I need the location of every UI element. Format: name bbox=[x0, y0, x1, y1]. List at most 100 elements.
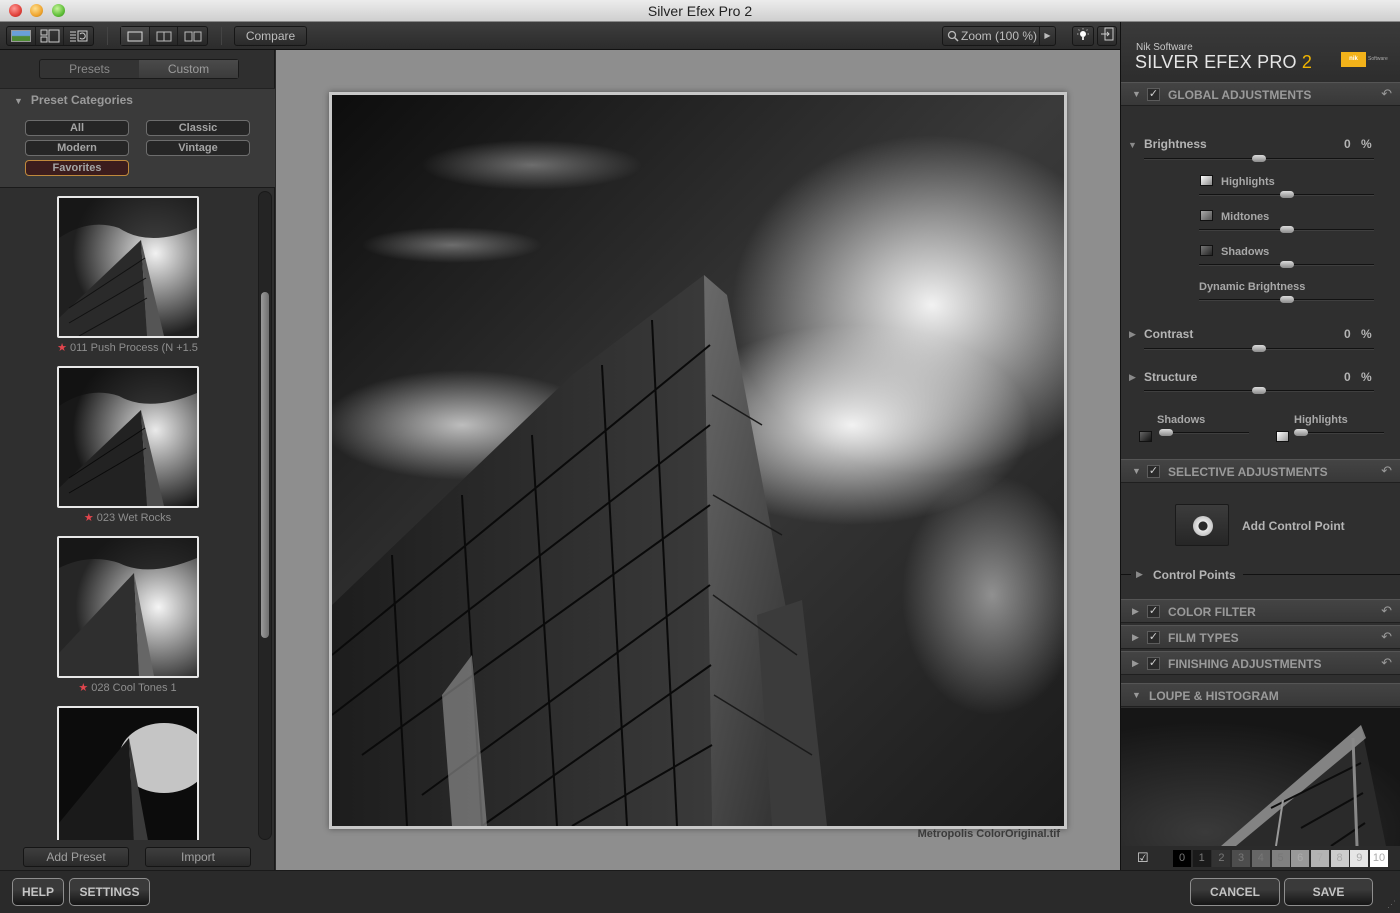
split-vertical-button[interactable] bbox=[150, 27, 179, 45]
category-classic[interactable]: Classic bbox=[146, 120, 250, 136]
zone-1-button[interactable]: 1 bbox=[1192, 850, 1211, 867]
midtones-label: Midtones bbox=[1221, 211, 1270, 223]
category-all[interactable]: All bbox=[25, 120, 129, 136]
film-types-header[interactable]: ▶ ✓ FILM TYPES ↶ bbox=[1121, 625, 1400, 649]
slider-knob[interactable] bbox=[1252, 387, 1266, 394]
reset-icon[interactable]: ↶ bbox=[1381, 463, 1392, 479]
structure-highlights-slider[interactable] bbox=[1294, 429, 1384, 436]
triangle-right-icon[interactable]: ▶ bbox=[1129, 372, 1136, 383]
add-control-point-label[interactable]: Add Control Point bbox=[1242, 519, 1345, 533]
zone-7-button[interactable]: 7 bbox=[1310, 850, 1329, 867]
cancel-button[interactable]: CANCEL bbox=[1190, 878, 1280, 906]
category-modern[interactable]: Modern bbox=[25, 140, 129, 156]
side-by-side-button[interactable] bbox=[178, 27, 207, 45]
finishing-adjustments-header[interactable]: ▶ ✓ FINISHING ADJUSTMENTS ↶ bbox=[1121, 651, 1400, 675]
help-button[interactable]: HELP bbox=[12, 878, 64, 906]
exit-button[interactable] bbox=[1097, 26, 1117, 46]
film-types-checkbox[interactable]: ✓ bbox=[1147, 631, 1160, 644]
global-adjustments-header[interactable]: ▼ ✓ GLOBAL ADJUSTMENTS ↶ bbox=[1121, 82, 1400, 106]
zone-2-button[interactable]: 2 bbox=[1212, 850, 1231, 867]
category-favorites[interactable]: Favorites bbox=[25, 160, 129, 176]
global-adjustments-checkbox[interactable]: ✓ bbox=[1147, 88, 1160, 101]
selective-adjustments-checkbox[interactable]: ✓ bbox=[1147, 465, 1160, 478]
slider-knob[interactable] bbox=[1279, 261, 1294, 268]
zone-9-button[interactable]: 9 bbox=[1350, 850, 1369, 867]
preview-image[interactable] bbox=[329, 92, 1067, 829]
history-browser-button[interactable] bbox=[64, 27, 93, 45]
control-points-label[interactable]: Control Points bbox=[1153, 568, 1236, 582]
zoom-label: Zoom (100 %) bbox=[961, 29, 1038, 43]
selective-adjustments-header[interactable]: ▼ ✓ SELECTIVE ADJUSTMENTS ↶ bbox=[1121, 459, 1400, 483]
slider-knob[interactable] bbox=[1159, 429, 1173, 436]
structure-shadows-slider[interactable] bbox=[1159, 429, 1249, 436]
slider-knob[interactable] bbox=[1294, 429, 1308, 436]
compare-button[interactable]: Compare bbox=[234, 26, 307, 46]
preset-thumbnail[interactable] bbox=[57, 196, 199, 338]
structure-value[interactable]: 0 bbox=[1344, 370, 1351, 384]
favorite-star-icon[interactable]: ★ bbox=[84, 512, 94, 524]
slider-knob[interactable] bbox=[1279, 191, 1294, 198]
save-button[interactable]: SAVE bbox=[1284, 878, 1373, 906]
reset-icon[interactable]: ↶ bbox=[1381, 603, 1392, 619]
slider-knob[interactable] bbox=[1252, 345, 1266, 352]
reset-icon[interactable]: ↶ bbox=[1381, 629, 1392, 645]
color-filter-header[interactable]: ▶ ✓ COLOR FILTER ↶ bbox=[1121, 599, 1400, 623]
resize-grip-icon[interactable]: ⋰ bbox=[1387, 899, 1396, 910]
tab-custom[interactable]: Custom bbox=[139, 60, 238, 78]
tab-presets[interactable]: Presets bbox=[40, 60, 139, 78]
zone-3-button[interactable]: 3 bbox=[1232, 850, 1251, 867]
add-preset-button[interactable]: Add Preset bbox=[23, 847, 129, 867]
brightness-value[interactable]: 0 bbox=[1344, 137, 1351, 151]
preset-thumbnail[interactable] bbox=[57, 706, 199, 840]
finishing-adjustments-checkbox[interactable]: ✓ bbox=[1147, 657, 1160, 670]
contrast-slider[interactable] bbox=[1144, 345, 1374, 352]
loupe-background-button[interactable] bbox=[1072, 26, 1094, 46]
zoom-window-button[interactable] bbox=[52, 4, 65, 17]
zoom-control[interactable]: Zoom (100 %) ▶ bbox=[942, 26, 1056, 46]
contrast-value[interactable]: 0 bbox=[1344, 327, 1351, 341]
zone-0-button[interactable]: 0 bbox=[1173, 850, 1191, 867]
preset-list-scrollbar[interactable] bbox=[258, 191, 272, 840]
single-view-button[interactable] bbox=[121, 27, 150, 45]
add-control-point-button[interactable] bbox=[1175, 504, 1229, 546]
slider-knob[interactable] bbox=[1252, 155, 1266, 162]
loupe-histogram-header[interactable]: ▼ LOUPE & HISTOGRAM bbox=[1121, 683, 1400, 707]
shadows-slider[interactable] bbox=[1199, 261, 1374, 268]
nik-logo: nik bbox=[1341, 52, 1366, 67]
brightness-slider[interactable] bbox=[1144, 155, 1374, 162]
triangle-right-icon[interactable]: ▶ bbox=[1136, 569, 1143, 580]
loupe-view[interactable] bbox=[1121, 708, 1400, 846]
preset-categories-header[interactable]: ▼ Preset Categories bbox=[14, 93, 133, 107]
reset-icon[interactable]: ↶ bbox=[1381, 655, 1392, 671]
zone-5-button[interactable]: 5 bbox=[1271, 850, 1290, 867]
grid-layout-button[interactable] bbox=[36, 27, 65, 45]
zone-4-button[interactable]: 4 bbox=[1251, 850, 1270, 867]
slider-knob[interactable] bbox=[1279, 226, 1294, 233]
dynamic-brightness-slider[interactable] bbox=[1199, 296, 1374, 303]
preset-thumbnail[interactable] bbox=[57, 366, 199, 508]
scrollbar-thumb[interactable] bbox=[261, 292, 269, 638]
structure-slider[interactable] bbox=[1144, 387, 1374, 394]
reset-icon[interactable]: ↶ bbox=[1381, 86, 1392, 102]
settings-button[interactable]: SETTINGS bbox=[69, 878, 150, 906]
minimize-window-button[interactable] bbox=[30, 4, 43, 17]
triangle-down-icon[interactable]: ▼ bbox=[1128, 140, 1137, 150]
zone-6-button[interactable]: 6 bbox=[1291, 850, 1310, 867]
landscape-preview-button[interactable] bbox=[7, 27, 36, 45]
favorite-star-icon[interactable]: ★ bbox=[57, 342, 67, 354]
play-arrow-icon[interactable]: ▶ bbox=[1039, 27, 1055, 45]
category-vintage[interactable]: Vintage bbox=[146, 140, 250, 156]
highlights-slider[interactable] bbox=[1199, 191, 1374, 198]
midtones-slider[interactable] bbox=[1199, 226, 1374, 233]
favorite-star-icon[interactable]: ★ bbox=[78, 682, 88, 694]
close-window-button[interactable] bbox=[9, 4, 22, 17]
triangle-right-icon[interactable]: ▶ bbox=[1129, 329, 1136, 340]
zones-checkbox[interactable]: ☑ bbox=[1137, 850, 1149, 866]
zone-10-button[interactable]: 10 bbox=[1370, 850, 1388, 867]
import-button[interactable]: Import bbox=[145, 847, 251, 867]
preset-thumbnail[interactable] bbox=[57, 536, 199, 678]
building-photo bbox=[332, 95, 1064, 826]
slider-knob[interactable] bbox=[1279, 296, 1294, 303]
color-filter-checkbox[interactable]: ✓ bbox=[1147, 605, 1160, 618]
zone-8-button[interactable]: 8 bbox=[1330, 850, 1349, 867]
